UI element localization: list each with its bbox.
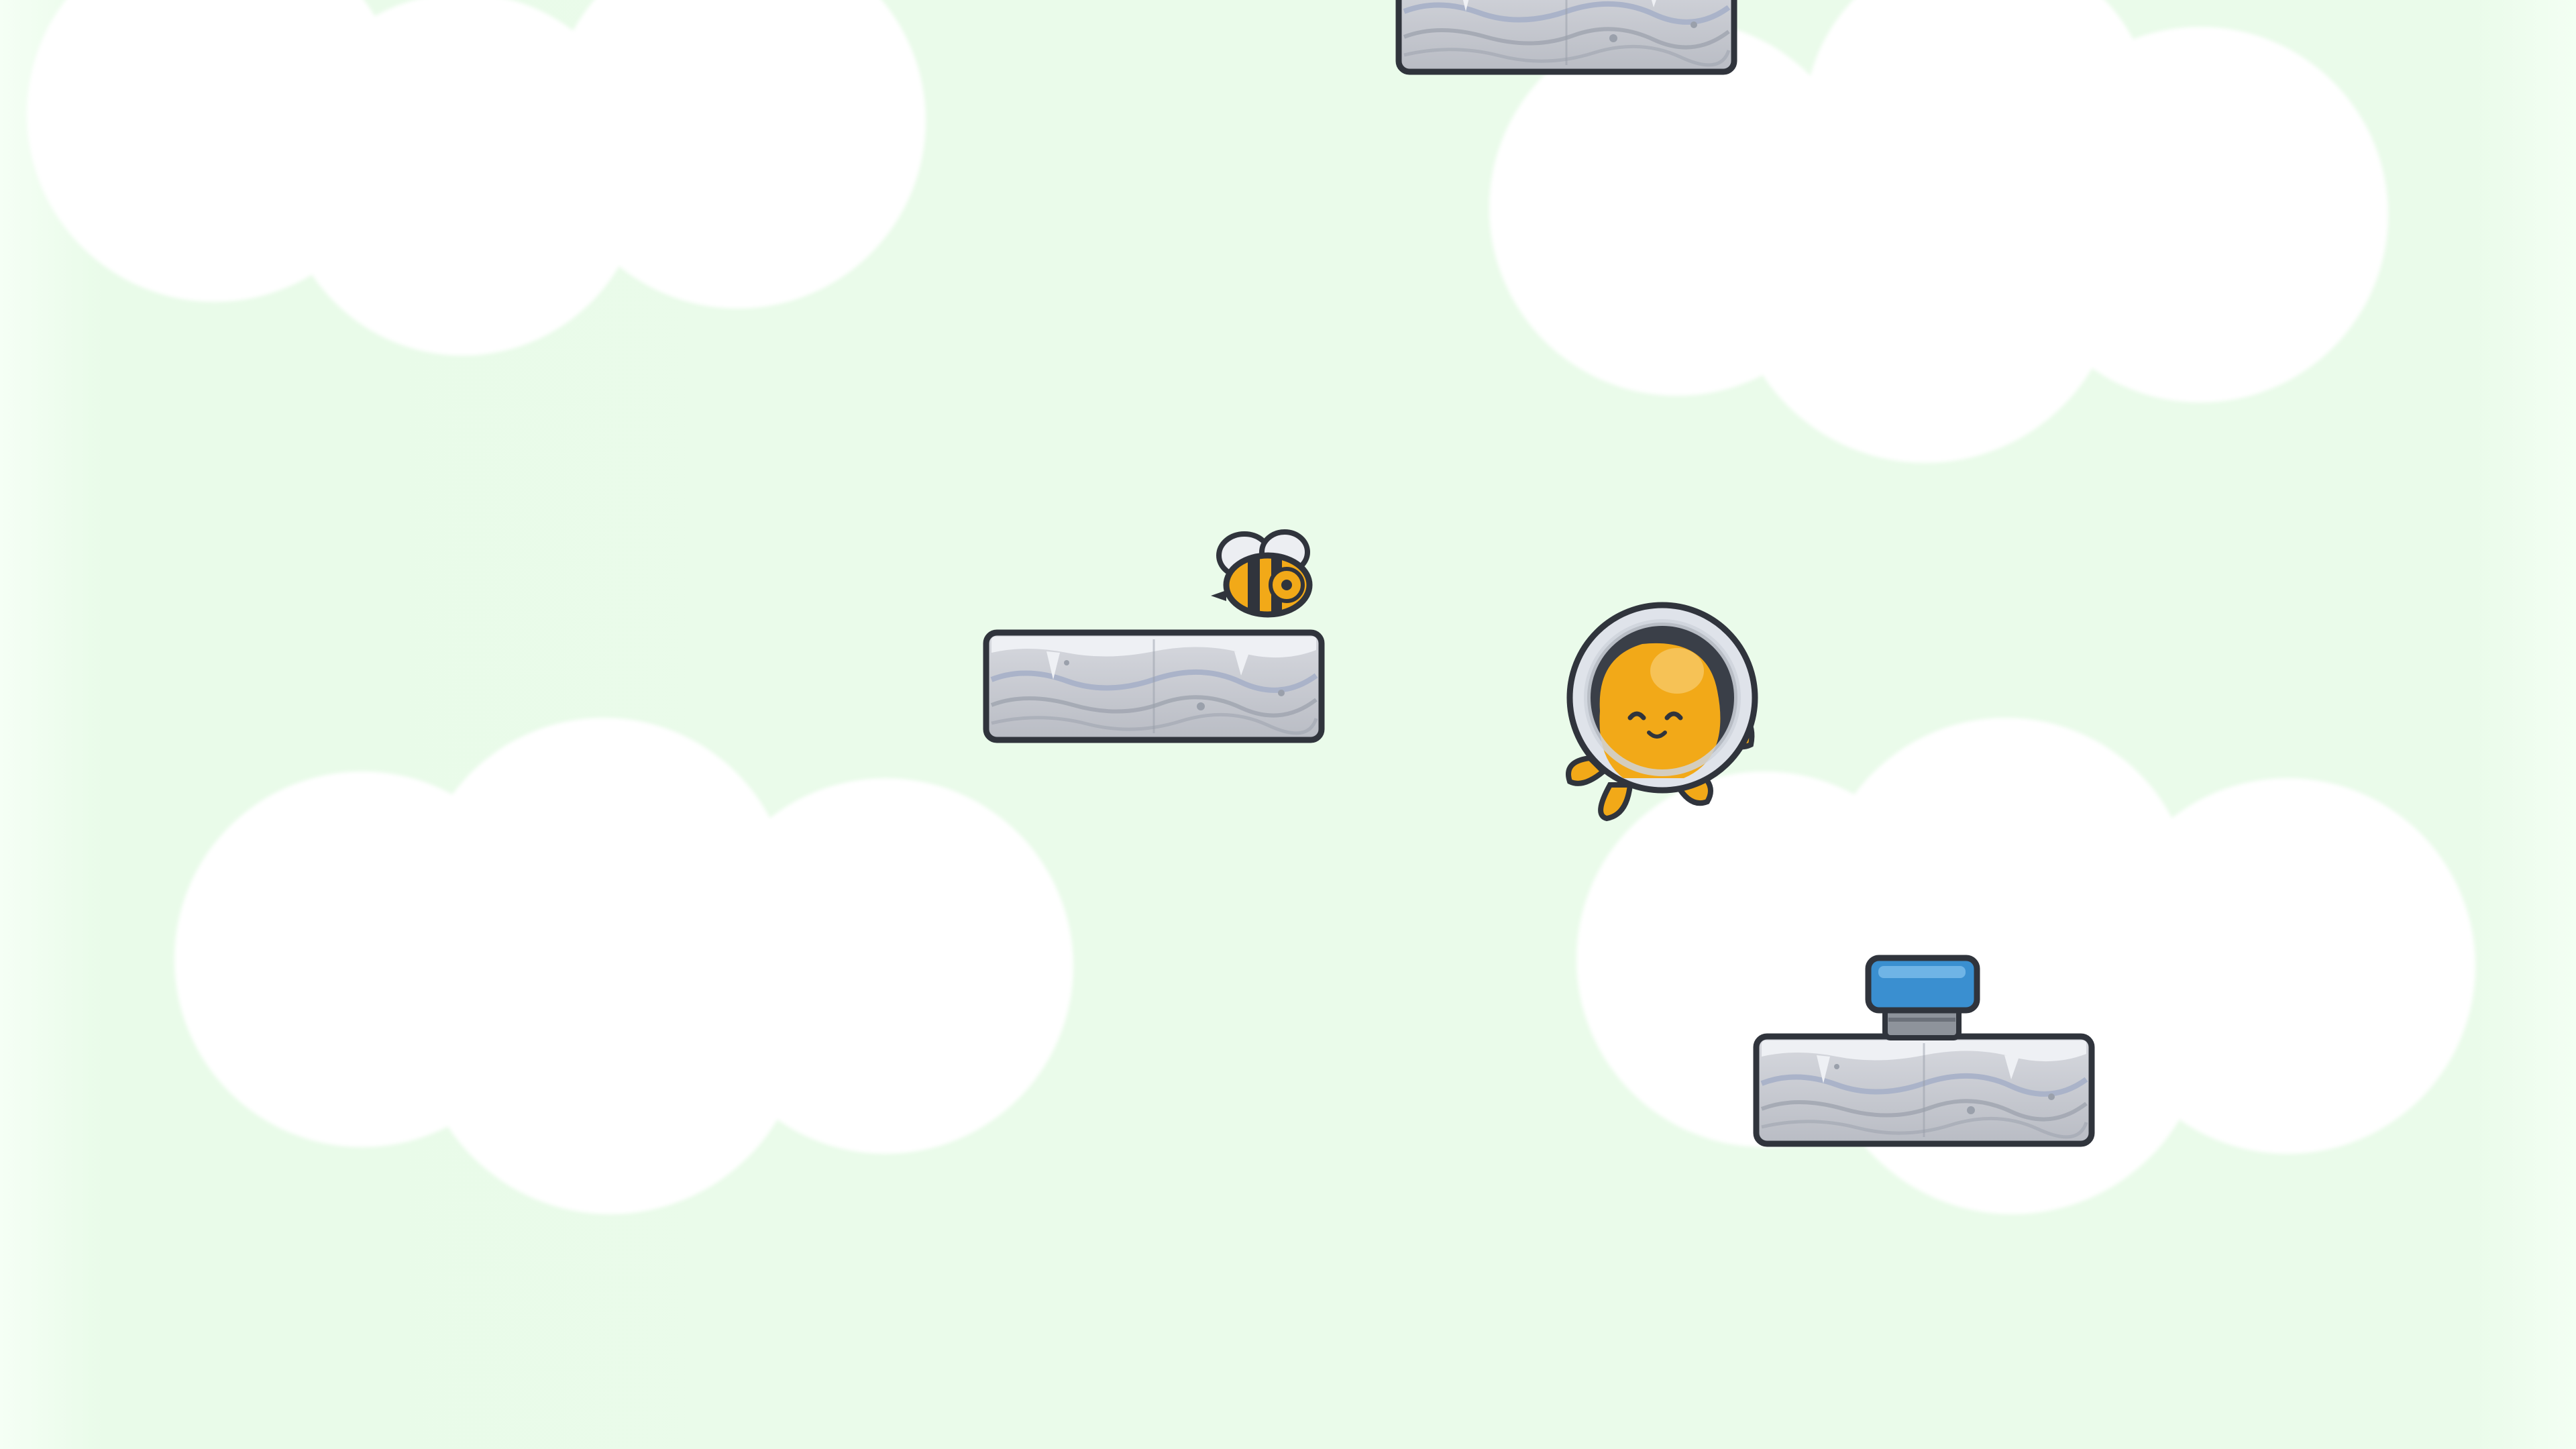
cloud — [27, 0, 926, 356]
stone-platform — [1756, 1036, 2092, 1144]
spring-powerup[interactable] — [1865, 955, 1980, 1040]
bee-enemy — [1211, 529, 1313, 618]
stone-platform — [986, 633, 1322, 740]
game-canvas[interactable] — [0, 0, 2576, 1449]
stone-platform — [1399, 0, 1734, 72]
cloud — [174, 718, 1073, 1214]
game-scene — [27, 0, 2475, 1214]
